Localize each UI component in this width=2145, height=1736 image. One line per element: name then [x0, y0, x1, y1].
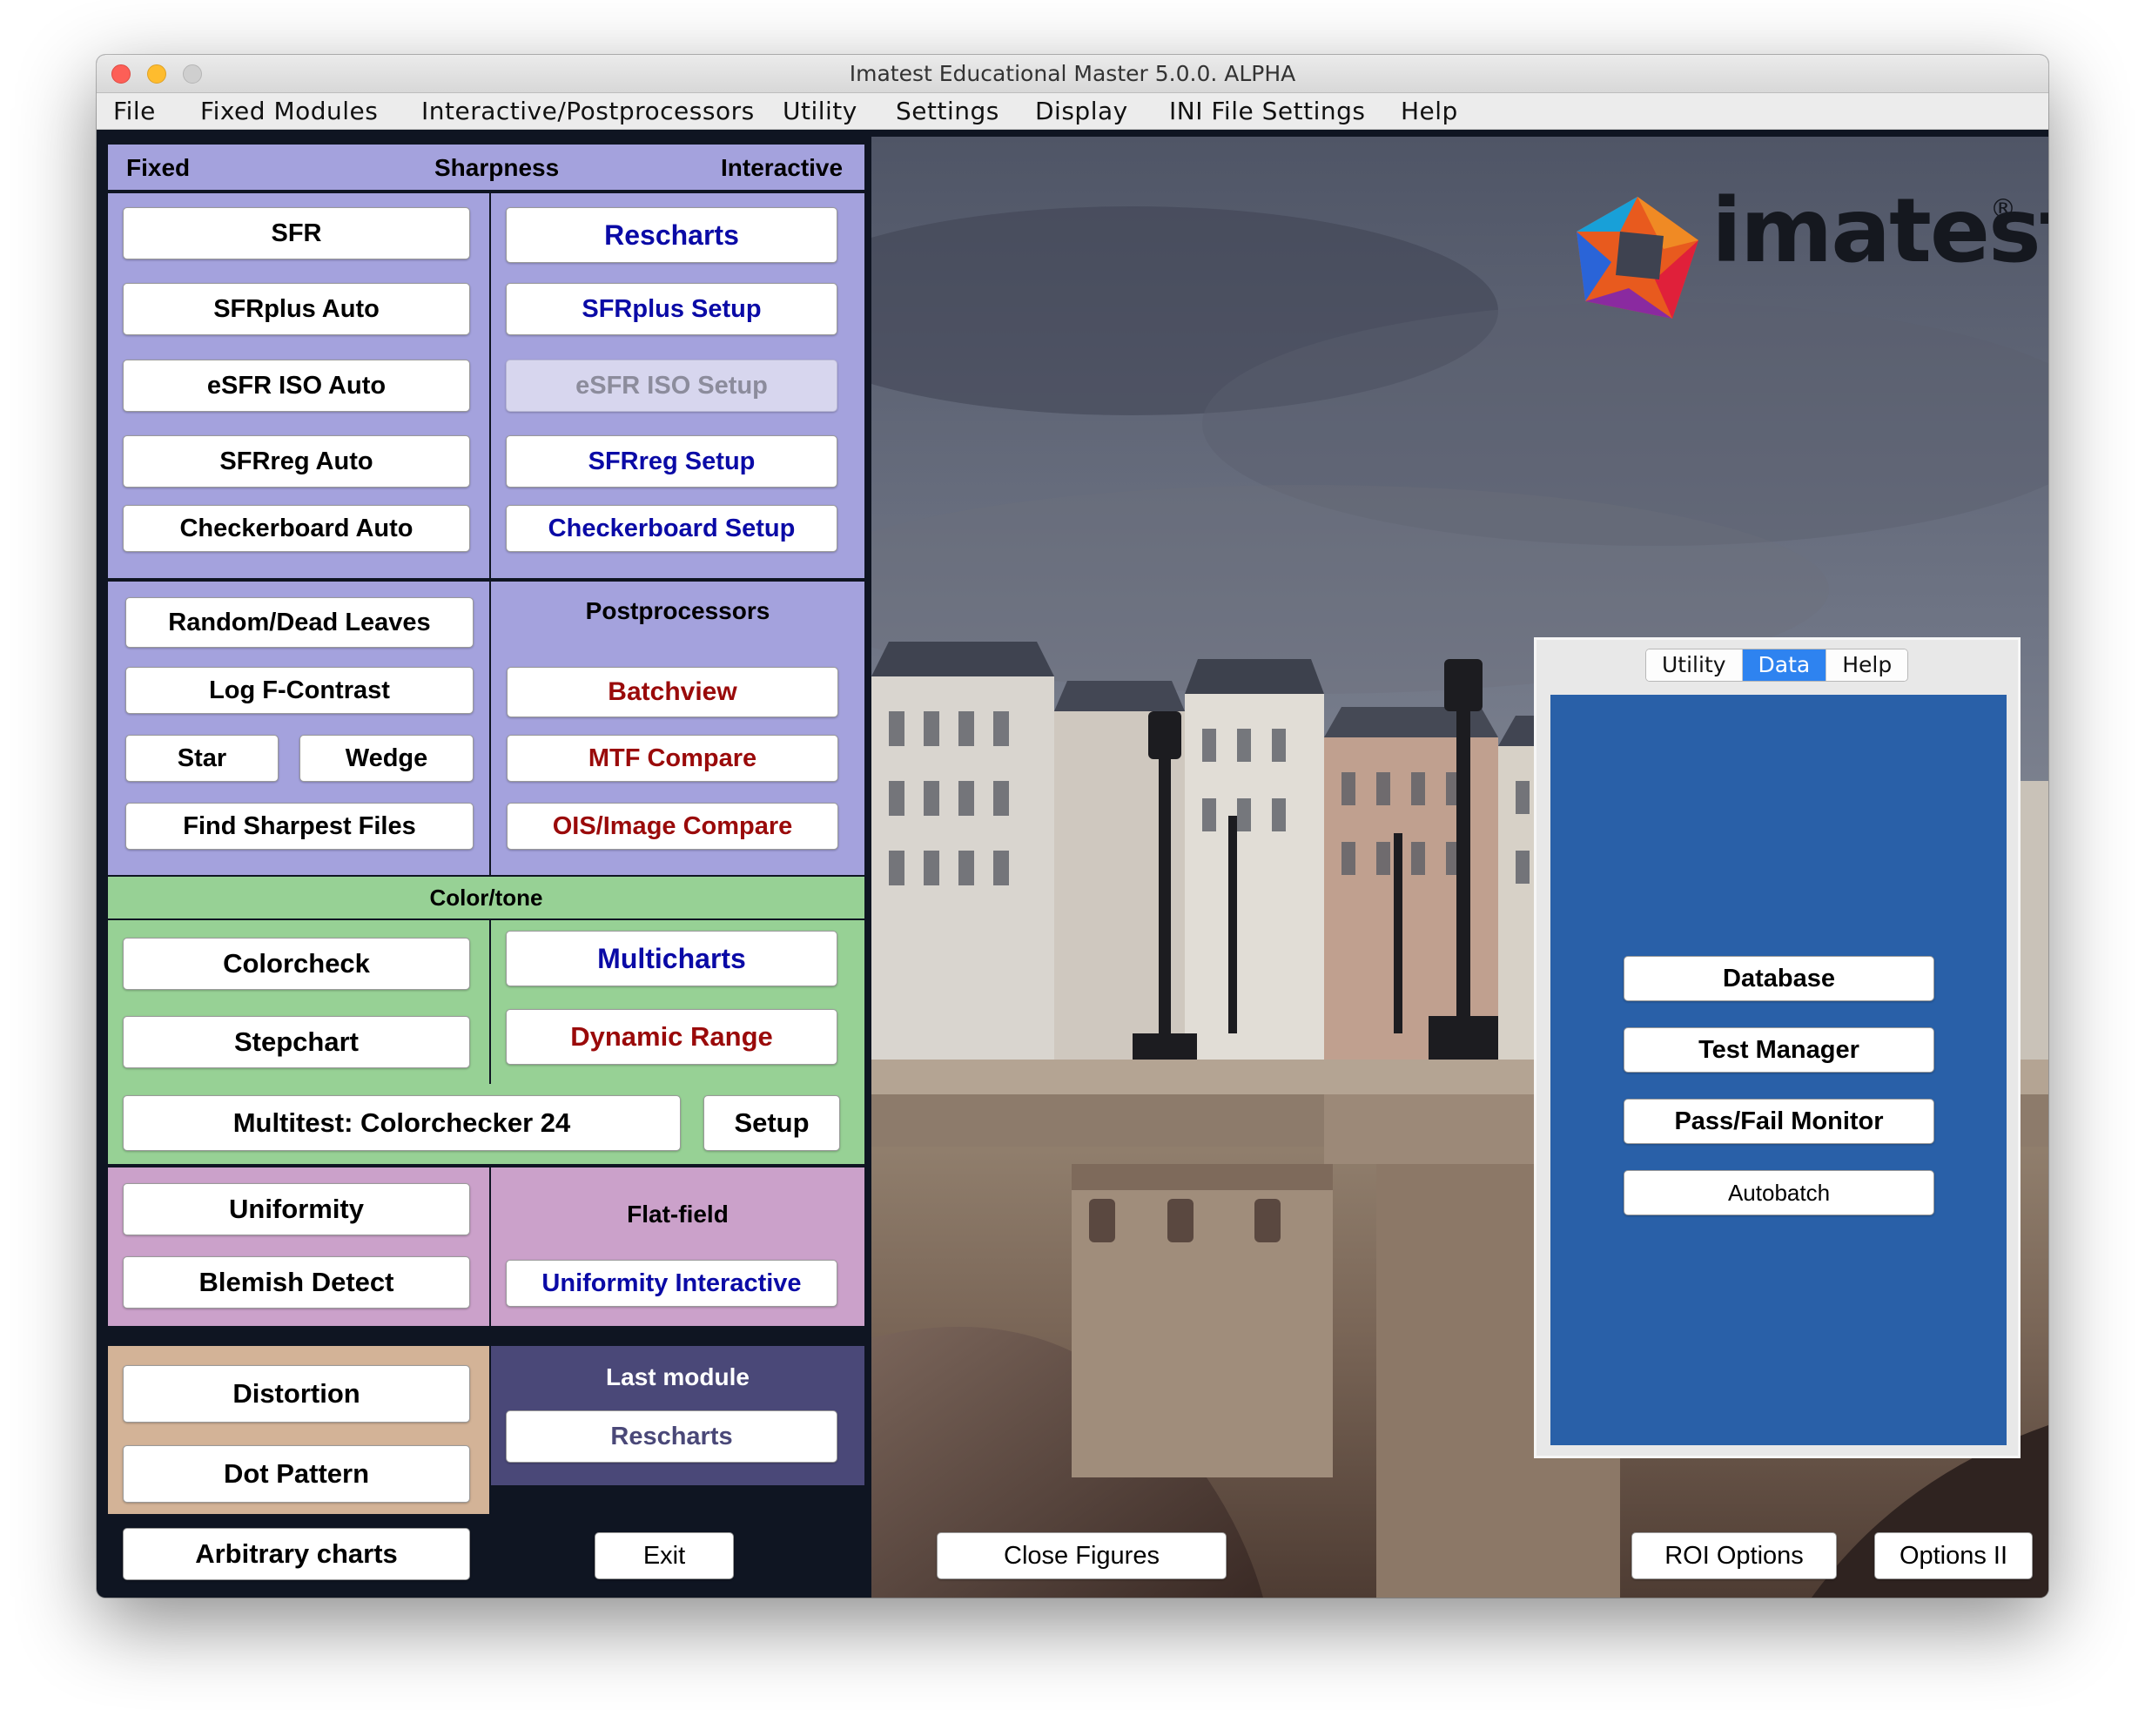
- options-ii-button[interactable]: Options II: [1874, 1532, 2033, 1579]
- esfr-iso-auto-button[interactable]: eSFR ISO Auto: [123, 360, 470, 412]
- color-tone-title: Color/tone: [429, 885, 543, 911]
- postprocessors-title: Postprocessors: [585, 597, 770, 624]
- checkerboard-setup-button[interactable]: Checkerboard Setup: [506, 505, 837, 552]
- window-title: Imatest Educational Master 5.0.0. ALPHA: [849, 61, 1296, 86]
- multicharts-button[interactable]: Multicharts: [506, 931, 837, 986]
- menu-settings[interactable]: Settings: [896, 93, 999, 130]
- menu-ini-file-settings[interactable]: INI File Settings: [1169, 93, 1365, 130]
- postprocessors-section: Postprocessors Batchview MTF Compare OIS…: [489, 580, 866, 877]
- rescharts-button[interactable]: Rescharts: [506, 207, 837, 263]
- autobatch-button[interactable]: Autobatch: [1624, 1170, 1934, 1215]
- uniformity-interactive-button[interactable]: Uniformity Interactive: [506, 1260, 837, 1307]
- fixed-sharpness-section: SFR SFRplus Auto eSFR ISO Auto SFRreg Au…: [106, 192, 491, 580]
- multitest-colorchecker-button[interactable]: Multitest: Colorchecker 24: [123, 1095, 681, 1151]
- color-tone-header: Color/tone: [106, 875, 866, 920]
- sfrplus-auto-button[interactable]: SFRplus Auto: [123, 283, 470, 335]
- batchview-button[interactable]: Batchview: [507, 667, 838, 717]
- data-panel-content: Database Test Manager Pass/Fail Monitor …: [1550, 695, 2007, 1445]
- stepchart-button[interactable]: Stepchart: [123, 1016, 470, 1068]
- multitest-section: Multitest: Colorchecker 24 Setup: [106, 1084, 866, 1166]
- data-panel-tabs: Utility Data Help: [1645, 649, 1909, 682]
- esfr-iso-setup-button: eSFR ISO Setup: [506, 360, 837, 412]
- menu-file[interactable]: File: [113, 93, 156, 130]
- data-panel: Utility Data Help Database Test Manager …: [1534, 637, 2021, 1458]
- menu-bar: File Fixed Modules Interactive/Postproce…: [97, 93, 2048, 130]
- last-module-section: Last module Rescharts: [489, 1344, 866, 1487]
- tab-utility[interactable]: Utility: [1646, 649, 1743, 681]
- header-sharpness-label: Sharpness: [434, 154, 560, 181]
- star-button[interactable]: Star: [125, 735, 279, 782]
- distortion-button[interactable]: Distortion: [123, 1365, 470, 1423]
- database-button[interactable]: Database: [1624, 956, 1934, 1001]
- blemish-detect-button[interactable]: Blemish Detect: [123, 1256, 470, 1309]
- distortion-section: Distortion Dot Pattern: [106, 1344, 491, 1516]
- menu-interactive-postprocessors[interactable]: Interactive/Postprocessors: [421, 93, 755, 130]
- random-dead-leaves-button[interactable]: Random/Dead Leaves: [125, 597, 474, 648]
- uniformity-button[interactable]: Uniformity: [123, 1183, 470, 1235]
- test-manager-button[interactable]: Test Manager: [1624, 1027, 1934, 1073]
- color-fixed-section: Colorcheck Stepchart: [106, 918, 491, 1086]
- imatest-logo-icon: [1568, 188, 1707, 327]
- sfrreg-auto-button[interactable]: SFRreg Auto: [123, 435, 470, 488]
- interactive-sharpness-section: Rescharts SFRplus Setup eSFR ISO Setup S…: [489, 192, 866, 580]
- menu-fixed-modules[interactable]: Fixed Modules: [200, 93, 378, 130]
- header-fixed-label: Fixed: [126, 154, 191, 181]
- close-figures-button[interactable]: Close Figures: [937, 1532, 1227, 1579]
- uniformity-section: Uniformity Blemish Detect: [106, 1166, 491, 1328]
- last-module-rescharts-button[interactable]: Rescharts: [506, 1410, 837, 1463]
- misc-fixed-section: Random/Dead Leaves Log F-Contrast Star W…: [106, 580, 491, 877]
- sfr-button[interactable]: SFR: [123, 207, 470, 259]
- dot-pattern-button[interactable]: Dot Pattern: [123, 1445, 470, 1503]
- tab-data[interactable]: Data: [1742, 649, 1827, 681]
- color-interactive-section: Multicharts Dynamic Range: [489, 918, 866, 1086]
- registered-mark: ®: [1990, 194, 2016, 225]
- find-sharpest-files-button[interactable]: Find Sharpest Files: [125, 803, 474, 850]
- last-module-title: Last module: [606, 1363, 750, 1390]
- menu-display[interactable]: Display: [1035, 93, 1128, 130]
- menu-utility[interactable]: Utility: [783, 93, 857, 130]
- multitest-setup-button[interactable]: Setup: [703, 1095, 840, 1151]
- pass-fail-monitor-button[interactable]: Pass/Fail Monitor: [1624, 1099, 1934, 1144]
- flat-field-section: Flat-field Uniformity Interactive: [489, 1166, 866, 1328]
- checkerboard-auto-button[interactable]: Checkerboard Auto: [123, 505, 470, 552]
- roi-options-button[interactable]: ROI Options: [1631, 1532, 1837, 1579]
- mtf-compare-button[interactable]: MTF Compare: [507, 735, 838, 782]
- ois-image-compare-button[interactable]: OIS/Image Compare: [507, 803, 838, 850]
- app-window: Imatest Educational Master 5.0.0. ALPHA …: [97, 55, 2048, 1598]
- header-interactive-label: Interactive: [721, 154, 844, 181]
- sfrplus-setup-button[interactable]: SFRplus Setup: [506, 283, 837, 335]
- exit-button[interactable]: Exit: [595, 1532, 734, 1579]
- dynamic-range-button[interactable]: Dynamic Range: [506, 1009, 837, 1065]
- tab-help[interactable]: Help: [1826, 649, 1908, 681]
- wedge-button[interactable]: Wedge: [299, 735, 474, 782]
- title-bar: Imatest Educational Master 5.0.0. ALPHA: [97, 55, 2048, 93]
- sharpness-header: Fixed Sharpness Interactive: [106, 143, 866, 192]
- log-f-contrast-button[interactable]: Log F-Contrast: [125, 667, 474, 714]
- menu-help[interactable]: Help: [1401, 93, 1458, 130]
- colorcheck-button[interactable]: Colorcheck: [123, 938, 470, 990]
- arbitrary-charts-button[interactable]: Arbitrary charts: [123, 1528, 470, 1580]
- sfrreg-setup-button[interactable]: SFRreg Setup: [506, 435, 837, 488]
- flat-field-title: Flat-field: [627, 1201, 729, 1228]
